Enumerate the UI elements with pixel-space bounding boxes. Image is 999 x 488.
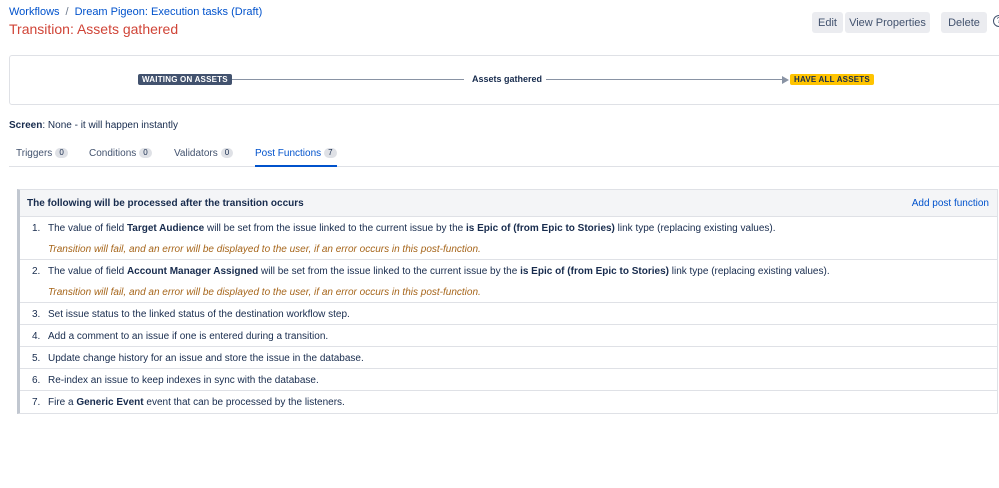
post-function-text: Add a comment to an issue if one is ente… xyxy=(48,331,329,342)
edit-button[interactable]: Edit xyxy=(812,12,843,33)
post-function-row: 1. The value of field Target Audience wi… xyxy=(20,217,997,260)
post-function-number: 1. xyxy=(32,223,41,234)
text-segment: will be set from the issue linked to the… xyxy=(258,266,521,277)
flow-connector-line xyxy=(232,79,464,80)
post-function-text: Set issue status to the linked status of… xyxy=(48,309,350,320)
post-function-row: 7. Fire a Generic Event event that can b… xyxy=(20,391,997,413)
help-icon[interactable]: ? xyxy=(993,15,999,27)
post-function-row: 4. Add a comment to an issue if one is e… xyxy=(20,325,997,347)
tab-label: Triggers xyxy=(16,148,53,159)
post-function-text: Re-index an issue to keep indexes in syn… xyxy=(48,375,319,386)
page-title: Transition: Assets gathered xyxy=(9,21,179,37)
post-function-row: 6. Re-index an issue to keep indexes in … xyxy=(20,369,997,391)
breadcrumb-workflow-link[interactable]: Dream Pigeon: Execution tasks (Draft) xyxy=(75,6,263,18)
transition-tabs: Triggers 0 Conditions 0 Validators 0 Post F… xyxy=(9,148,999,167)
text-segment: link type (replacing existing values). xyxy=(668,266,830,277)
breadcrumb-workflows-link[interactable]: Workflows xyxy=(9,6,60,18)
post-functions-header: The following will be processed after th… xyxy=(20,190,997,217)
post-function-text: Fire a Generic Event event that can be p… xyxy=(48,397,345,408)
post-function-text: The value of field Account Manager Assig… xyxy=(48,266,830,277)
tab-count-badge: 7 xyxy=(324,148,337,158)
tab-count-badge: 0 xyxy=(220,148,234,158)
link-type-name: is Epic of (from Epic to Stories) xyxy=(520,266,669,277)
screen-info: Screen: None - it will happen instantly xyxy=(9,120,178,131)
text-segment: The value of field xyxy=(48,266,127,277)
text-segment: event that can be processed by the liste… xyxy=(143,397,345,408)
post-function-number: 3. xyxy=(32,309,41,320)
post-function-row: 3. Set issue status to the linked status… xyxy=(20,303,997,325)
post-function-number: 4. xyxy=(32,331,41,342)
screen-value: : None - it will happen instantly xyxy=(42,120,178,131)
link-type-name: is Epic of (from Epic to Stories) xyxy=(465,223,615,234)
post-function-number: 2. xyxy=(32,266,41,277)
post-functions-header-title: The following will be processed after th… xyxy=(27,198,304,209)
field-name: Account Manager Assigned xyxy=(126,266,259,277)
from-status-lozenge: WAITING ON ASSETS xyxy=(138,74,232,85)
view-properties-button[interactable]: View Properties xyxy=(845,12,930,33)
tab-count-badge: 0 xyxy=(55,148,68,158)
to-status-lozenge: HAVE ALL ASSETS xyxy=(790,74,874,85)
post-function-row: 2. The value of field Account Manager As… xyxy=(20,260,997,303)
post-function-number: 5. xyxy=(32,353,41,364)
transition-name-label: Assets gathered xyxy=(472,74,543,84)
add-post-function-link[interactable]: Add post function xyxy=(912,198,989,209)
tab-label: Conditions xyxy=(89,148,137,159)
text-segment: Fire a xyxy=(48,397,77,408)
event-name: Generic Event xyxy=(76,397,144,408)
arrow-right-icon xyxy=(782,76,789,84)
breadcrumb-separator: / xyxy=(65,6,69,18)
tab-label: Validators xyxy=(174,148,218,159)
tab-validators[interactable]: Validators 0 xyxy=(174,148,234,167)
post-function-text: The value of field Target Audience will … xyxy=(48,223,776,234)
flow-connector-line xyxy=(546,79,782,80)
post-function-number: 7. xyxy=(32,397,41,408)
tab-conditions[interactable]: Conditions 0 xyxy=(89,148,152,167)
post-function-warning: Transition will fail, and an error will … xyxy=(48,244,481,255)
delete-button[interactable]: Delete xyxy=(941,12,987,33)
tab-post-functions[interactable]: Post Functions 7 xyxy=(255,148,337,167)
text-segment: will be set from the issue linked to the… xyxy=(204,223,466,234)
tab-count-badge: 0 xyxy=(139,148,152,158)
post-function-warning: Transition will fail, and an error will … xyxy=(48,287,481,298)
post-function-text: Update change history for an issue and s… xyxy=(48,353,364,364)
post-functions-panel: The following will be processed after th… xyxy=(17,189,998,414)
screen-label: Screen xyxy=(9,120,43,131)
text-segment: link type (replacing existing values). xyxy=(614,223,776,234)
transition-flow-diagram: WAITING ON ASSETS Assets gathered HAVE A… xyxy=(9,55,999,105)
text-segment: The value of field xyxy=(48,223,127,234)
tab-triggers[interactable]: Triggers 0 xyxy=(16,148,68,167)
field-name: Target Audience xyxy=(126,223,205,234)
tab-label: Post Functions xyxy=(255,148,322,159)
post-function-row: 5. Update change history for an issue an… xyxy=(20,347,997,369)
post-function-number: 6. xyxy=(32,375,41,386)
breadcrumb: Workflows / Dream Pigeon: Execution tasks … xyxy=(9,6,262,18)
